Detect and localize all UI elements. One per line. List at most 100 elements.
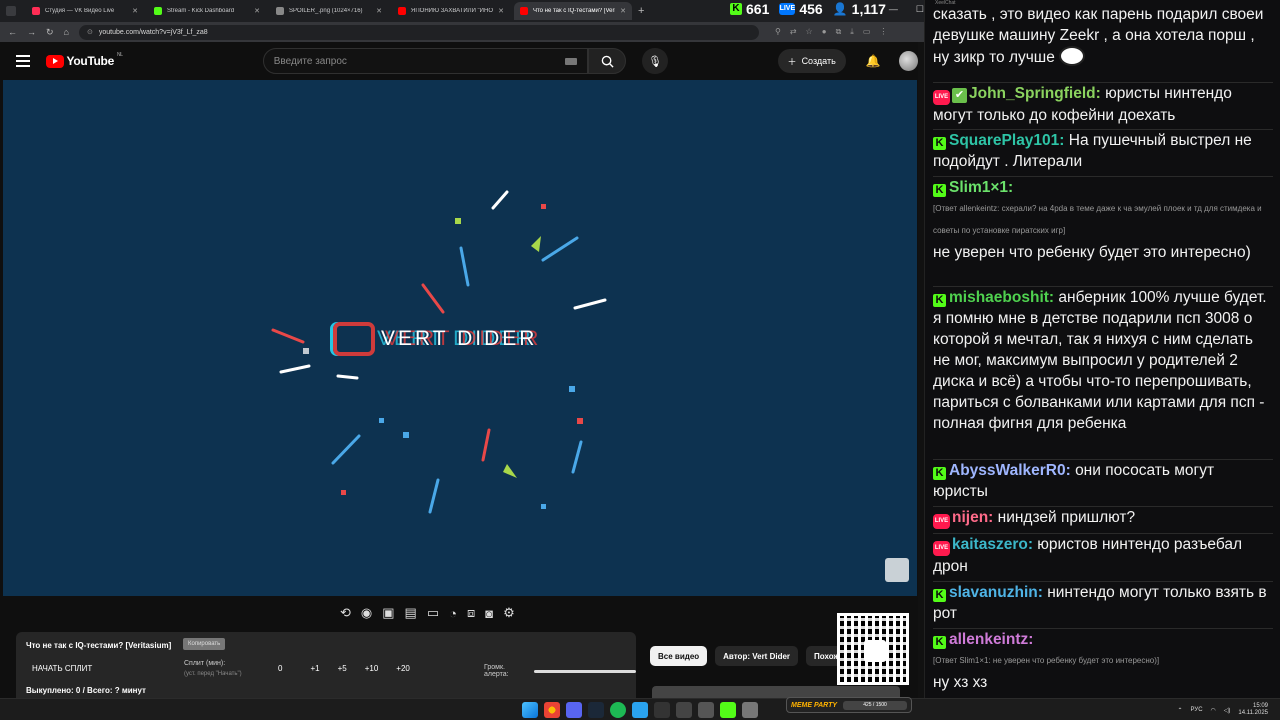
windows-start-icon[interactable] (522, 702, 538, 718)
menu-dots-icon[interactable]: ⋮ (879, 27, 887, 37)
back-icon[interactable]: ← (8, 27, 17, 37)
gamepad-icon[interactable]: ⧈ (467, 605, 475, 621)
broadcast-icon[interactable]: ◉ (361, 605, 372, 621)
minimize-icon[interactable]: — (889, 4, 898, 15)
search-input[interactable]: Введите запрос (262, 48, 588, 74)
extension-icon[interactable]: ● (822, 27, 827, 37)
desktop: Студия — VK Видео Live ✕ Stream - Kick Da… (0, 0, 1280, 720)
download-icon[interactable]: ⤓ (850, 27, 854, 37)
vk-live-icon: LIVE (779, 3, 796, 15)
copy-button[interactable]: Копировать (183, 638, 226, 650)
chat-username[interactable]: AbyssWalkerR0 (949, 462, 1066, 479)
bookmark-star-icon[interactable]: ☆ (806, 27, 813, 37)
chat-message-text: ниндзей пришлют? (997, 509, 1136, 526)
total-viewer-count: 👤 1,117 (833, 1, 886, 17)
voice-search-button[interactable]: 🎙 (642, 48, 668, 74)
tab-spoiler-image[interactable]: SPOILER_.png (1024×716) ✕ (270, 2, 388, 20)
add-20-button[interactable]: +20 (396, 664, 410, 673)
wifi-icon[interactable]: ◠ (1211, 707, 1216, 714)
new-tab-button[interactable]: + (638, 5, 644, 17)
site-info-icon[interactable]: ⊙ (87, 28, 93, 36)
app-icon[interactable] (742, 702, 758, 718)
translate-icon[interactable]: ⇄ (790, 27, 797, 37)
keyboard-icon[interactable] (564, 57, 577, 65)
clock[interactable]: 15:09 14.11.2025 (1238, 703, 1268, 717)
chat-message: Kallenkeintz: [Ответ Slim1×1: не уверен … (933, 628, 1273, 693)
chat-username[interactable]: nijen (952, 509, 988, 526)
language-indicator[interactable]: РУС (1191, 707, 1203, 713)
discord-icon[interactable] (566, 702, 582, 718)
close-icon[interactable]: ✕ (620, 7, 626, 15)
volume-icon[interactable]: ◁) (1224, 707, 1231, 714)
telegram-icon[interactable] (632, 702, 648, 718)
spotify-icon[interactable] (610, 702, 626, 718)
chat-username[interactable]: John_Springfield (969, 85, 1096, 102)
clapper-icon[interactable]: ▤ (405, 605, 417, 621)
username-colon: : (1095, 85, 1106, 102)
close-icon[interactable]: ✕ (376, 7, 382, 15)
tab-kick-dashboard[interactable]: Stream - Kick Dashboard ✕ (148, 2, 266, 20)
url-field[interactable]: ⊙ youtube.com/watch?v=jV3f_Lf_za8 (78, 24, 759, 40)
add-5-button[interactable]: +5 (338, 664, 347, 673)
notifications-bell-icon[interactable]: 🔔 (866, 54, 881, 68)
region-code: NL (116, 52, 123, 58)
zoom-icon[interactable]: ⚲ (775, 27, 781, 37)
username-colon: : (1037, 584, 1048, 601)
chat-username[interactable]: kaitaszero (952, 536, 1028, 553)
youtube-logo[interactable]: YouTube NL (45, 52, 123, 68)
maximize-icon[interactable]: ☐ (916, 4, 924, 15)
split-hint: (уст. перед "Начать") (184, 671, 242, 677)
close-icon[interactable]: ✕ (498, 7, 504, 15)
add-1-button[interactable]: +1 (310, 664, 319, 673)
overlay-widget-button[interactable] (885, 558, 909, 582)
tab-youtube-iq[interactable]: Что не так с IQ-тестами? [Veri ✕ (514, 2, 632, 20)
vk-icon (32, 7, 40, 15)
captions-settings-icon[interactable]: ▣ (382, 605, 394, 621)
obs-icon[interactable] (654, 702, 670, 718)
kick-icon[interactable] (720, 702, 736, 718)
forward-icon[interactable]: → (27, 27, 36, 37)
puzzle-icon[interactable]: ⧉ (836, 27, 842, 37)
chat-username[interactable]: SquarePlay101 (949, 132, 1059, 149)
chevron-up-icon[interactable]: ⌃ (1177, 707, 1182, 714)
kick-icon: K (933, 137, 946, 150)
app-icon[interactable] (698, 702, 714, 718)
person-icon: 👤 (832, 2, 848, 16)
username-colon: : (1027, 536, 1038, 553)
start-split-button[interactable]: НАЧАТЬ СПЛИТ (32, 664, 92, 673)
add-10-button[interactable]: +10 (365, 664, 379, 673)
sidebar-icon[interactable]: ▭ (863, 27, 871, 37)
search-button[interactable] (587, 48, 627, 74)
loop-icon[interactable]: ⟲ (340, 605, 351, 621)
kick-icon (154, 7, 162, 15)
steam-icon[interactable] (588, 702, 604, 718)
alert-volume-slider[interactable] (534, 669, 636, 673)
chat-username[interactable]: Slim1×1 (949, 179, 1008, 196)
home-icon[interactable]: ⌂ (64, 27, 69, 37)
chip-all-videos[interactable]: Все видео (650, 646, 708, 666)
avatar[interactable] (898, 51, 919, 71)
youtube-page: YouTube NL Введите запрос 🎙 ＋ Создать 🔔 (0, 42, 919, 704)
chat-username[interactable]: mishaeboshit (949, 289, 1049, 306)
app-icon[interactable] (676, 702, 692, 718)
meme-party-logo: MEME PARTY (791, 701, 838, 709)
video-player[interactable]: VERT DIDER (3, 80, 917, 596)
camera-icon[interactable]: ◙ (485, 606, 493, 621)
reload-icon[interactable]: ↻ (46, 27, 54, 38)
chrome-icon[interactable] (544, 702, 560, 718)
close-icon[interactable]: ✕ (254, 7, 260, 15)
window-menu-icon[interactable] (0, 0, 22, 22)
tab-youtube-japan[interactable]: ЯПОНИЮ ЗАХВАТИЛИ "ИНОС ✕ (392, 2, 510, 20)
chat-username[interactable]: slavanuzhin (949, 584, 1038, 601)
speed-icon[interactable]: ◔ (449, 606, 457, 621)
chat-username[interactable]: allenkeintz (949, 631, 1028, 648)
create-button[interactable]: ＋ Создать (777, 49, 846, 73)
close-icon[interactable]: ✕ (132, 7, 138, 15)
gear-icon[interactable]: ⚙ (503, 605, 515, 621)
screen-icon[interactable]: ▭ (427, 605, 439, 621)
chip-author[interactable]: Автор: Vert Dider (715, 646, 799, 666)
tab-vk-studio[interactable]: Студия — VK Видео Live ✕ (26, 2, 144, 20)
username-colon: : (988, 509, 998, 526)
hamburger-menu-icon[interactable] (16, 55, 30, 67)
search-icon (601, 55, 614, 68)
